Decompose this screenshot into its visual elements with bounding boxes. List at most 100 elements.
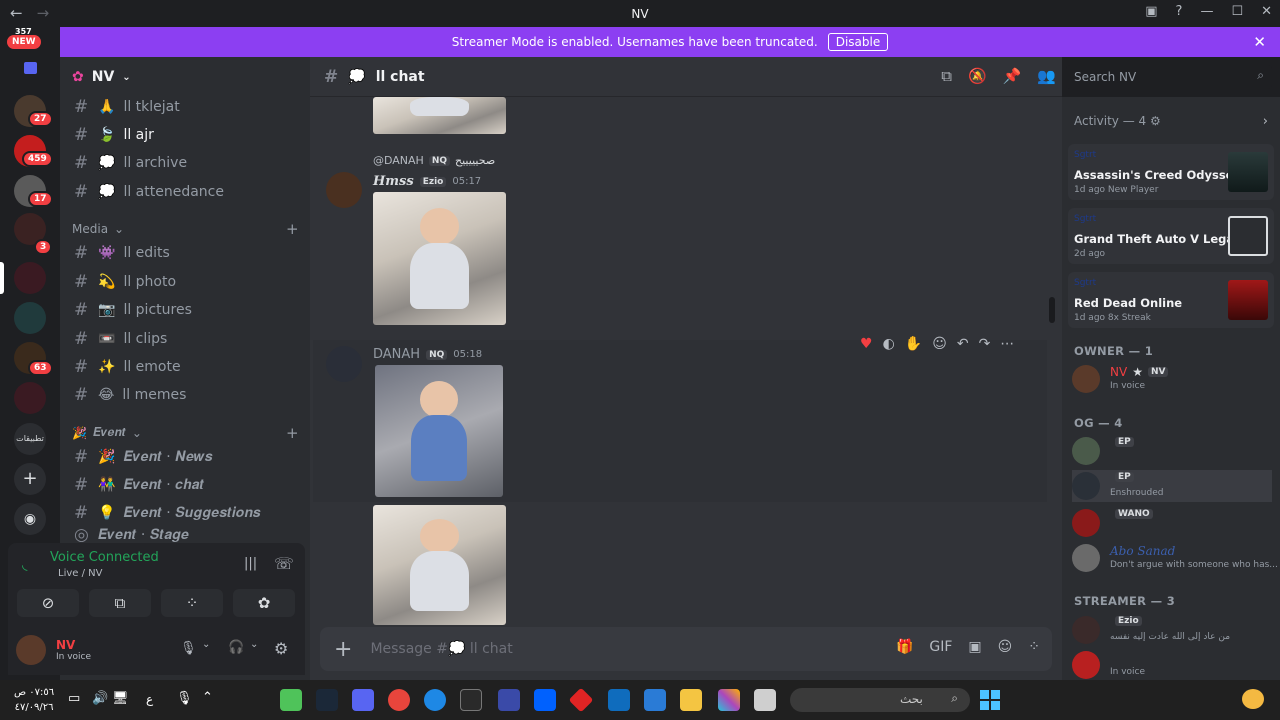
- channel-archive[interactable]: # 💭 ll archive: [68, 150, 300, 176]
- chevron-down-icon[interactable]: ⌄: [250, 639, 258, 650]
- app-icon-phone[interactable]: [498, 689, 520, 711]
- help-icon[interactable]: ?: [1176, 4, 1183, 19]
- gif-image[interactable]: [373, 505, 506, 625]
- message-composer[interactable]: + Message #💭 ll chat 🎁 GIF ▣ ☺ ⁘: [320, 627, 1052, 671]
- channel-event-chat[interactable]: # 👫 𝑬𝒗𝒆𝒏𝒕 · 𝒄𝒉𝒂𝒕: [68, 472, 300, 498]
- store-icon[interactable]: [644, 689, 666, 711]
- heart-reaction-icon[interactable]: ♥: [860, 336, 873, 352]
- settings-icon[interactable]: ⚙: [274, 639, 288, 658]
- close-banner-icon[interactable]: ✕: [1253, 33, 1266, 51]
- chevron-up-icon[interactable]: ⌃: [202, 690, 213, 705]
- emoji-reaction-icon[interactable]: ◐: [883, 336, 895, 352]
- avatar[interactable]: [16, 635, 46, 665]
- channel-photo[interactable]: # 💫 ll photo: [68, 269, 300, 295]
- activity-card[interactable]: Sgtrt Assassin's Creed Odyssey 1d ago Ne…: [1068, 144, 1274, 200]
- voice-channel-label[interactable]: Live / NV: [58, 568, 102, 579]
- forward-icon[interactable]: ↷: [979, 336, 991, 352]
- emoji-icon[interactable]: ☺: [998, 639, 1013, 655]
- copilot-icon[interactable]: [718, 689, 740, 711]
- gear-icon[interactable]: ⚙: [1150, 114, 1161, 128]
- activities-button[interactable]: ⁘: [161, 589, 223, 617]
- mic-icon[interactable]: 🎙: [176, 691, 193, 706]
- activity-card[interactable]: Sgtrt Red Dead Online 1d ago 8x Streak: [1068, 272, 1274, 328]
- chevron-right-icon[interactable]: ›: [1263, 114, 1268, 129]
- activity-card[interactable]: Sgtrt Grand Theft Auto V Legacy 2d ago: [1068, 208, 1274, 264]
- author-name[interactable]: Hmss: [373, 174, 414, 189]
- server-icon-nv[interactable]: [14, 262, 46, 294]
- gift-icon[interactable]: 🎁: [896, 639, 913, 655]
- chevron-down-icon[interactable]: ⌄: [202, 639, 210, 650]
- dropbox-icon[interactable]: [534, 689, 556, 711]
- category-event[interactable]: 🎉 𝑬𝒗𝒆𝒏𝒕 ⌄: [72, 425, 142, 440]
- channel-attenedance[interactable]: # 💭 ll attenedance: [68, 179, 300, 205]
- apps-icon[interactable]: ⁘: [1028, 639, 1040, 655]
- avatar[interactable]: [326, 172, 362, 208]
- disconnect-icon[interactable]: ☏: [274, 554, 294, 573]
- network-icon[interactable]: 🖥: [112, 691, 129, 706]
- inbox-icon[interactable]: ▣: [1145, 4, 1157, 19]
- add-server-button[interactable]: +: [14, 463, 46, 495]
- channel-edits[interactable]: # 👾 ll edits: [68, 240, 300, 266]
- headphones-icon[interactable]: 🎧: [228, 640, 244, 655]
- disable-streamer-button[interactable]: Disable: [827, 33, 889, 51]
- close-window-button[interactable]: ✕: [1261, 4, 1272, 19]
- volume-icon[interactable]: 🔊: [92, 691, 108, 706]
- gif-image[interactable]: [373, 97, 506, 134]
- threads-icon[interactable]: ⧉: [941, 67, 952, 85]
- language-indicator[interactable]: ع: [146, 692, 153, 706]
- maximize-button[interactable]: ☐: [1231, 4, 1243, 19]
- minimize-button[interactable]: —: [1200, 4, 1213, 19]
- reply-icon[interactable]: ↶: [957, 336, 969, 352]
- camera-button[interactable]: ⊘: [17, 589, 79, 617]
- app-icon-red[interactable]: [568, 687, 594, 713]
- edge-icon[interactable]: [424, 689, 446, 711]
- fire-reaction-icon[interactable]: ✋: [905, 336, 922, 352]
- channel-event-stage[interactable]: ◎ 𝑬𝒗𝒆𝒏𝒕 · 𝑺𝒕𝒂𝒈𝒆: [68, 528, 300, 542]
- channel-pictures[interactable]: # 📷 ll pictures: [68, 297, 300, 323]
- member-item[interactable]: EP: [1072, 435, 1272, 467]
- outlook-icon[interactable]: [608, 689, 630, 711]
- discover-button[interactable]: ◉: [14, 503, 46, 535]
- folder-icon[interactable]: [24, 62, 37, 74]
- discord-icon[interactable]: [352, 689, 374, 711]
- server-icon-5[interactable]: [14, 302, 46, 334]
- notifications-icon[interactable]: 🔕: [968, 67, 987, 85]
- more-icon[interactable]: ⋯: [1000, 336, 1014, 352]
- channel-emote[interactable]: # ✨ ll emote: [68, 354, 300, 380]
- channel-memes[interactable]: # 😂 ll memes: [68, 382, 300, 408]
- sticker-icon[interactable]: ▣: [968, 639, 981, 655]
- gif-icon[interactable]: GIF: [929, 639, 952, 655]
- noise-suppression-icon[interactable]: |||: [244, 556, 257, 571]
- server-icon-7[interactable]: [14, 382, 46, 414]
- search-input[interactable]: Search NV ⌕: [1066, 65, 1272, 89]
- start-button[interactable]: [980, 690, 1000, 710]
- soundboard-button[interactable]: ✿: [233, 589, 295, 617]
- battery-icon[interactable]: ▭: [68, 691, 80, 706]
- channel-ajr[interactable]: # 🍃 ll ajr: [68, 122, 300, 148]
- member-item[interactable]: Abo Sanad Don't argue with someone who h…: [1072, 542, 1278, 574]
- server-header[interactable]: ✿ NV ⌄ ⚇: [60, 57, 358, 97]
- channel-event-news[interactable]: # 🎉 𝑬𝒗𝒆𝒏𝒕 · 𝑵𝒆𝒘𝒔: [68, 444, 300, 470]
- category-media[interactable]: Media ⌄: [72, 222, 124, 236]
- gif-image[interactable]: [375, 365, 503, 497]
- channel-clips[interactable]: # 📼 ll clips: [68, 326, 300, 352]
- file-explorer-icon[interactable]: [680, 689, 702, 711]
- member-list-icon[interactable]: 👥: [1037, 67, 1056, 85]
- back-button[interactable]: ←: [10, 4, 23, 22]
- reply-preview[interactable]: @DANAH NQ صحيييييح: [373, 154, 495, 167]
- task-view-icon[interactable]: [754, 689, 776, 711]
- weather-icon[interactable]: [1242, 689, 1264, 709]
- add-reaction-icon[interactable]: ☺: [932, 336, 947, 352]
- channel-event-suggestions[interactable]: # 💡 𝑬𝒗𝒆𝒏𝒕 · 𝑺𝒖𝒈𝒈𝒆𝒔𝒕𝒊𝒐𝒏𝒔: [68, 500, 300, 526]
- avatar[interactable]: [326, 346, 362, 382]
- epic-games-icon[interactable]: [460, 689, 482, 711]
- channel-tklejat[interactable]: # 🙏 ll tklejat: [68, 94, 300, 120]
- app-icon-xbox[interactable]: [280, 689, 302, 711]
- forward-button[interactable]: →: [37, 4, 50, 22]
- member-item[interactable]: Ezio من عاد إلى الله عادت إليه نفسه: [1072, 614, 1272, 646]
- member-item[interactable]: WANO: [1072, 507, 1272, 539]
- scrollbar[interactable]: [1049, 297, 1055, 323]
- pin-icon[interactable]: 📌: [1003, 67, 1022, 85]
- steam-icon[interactable]: [316, 689, 338, 711]
- author-name[interactable]: DANAH: [373, 347, 420, 362]
